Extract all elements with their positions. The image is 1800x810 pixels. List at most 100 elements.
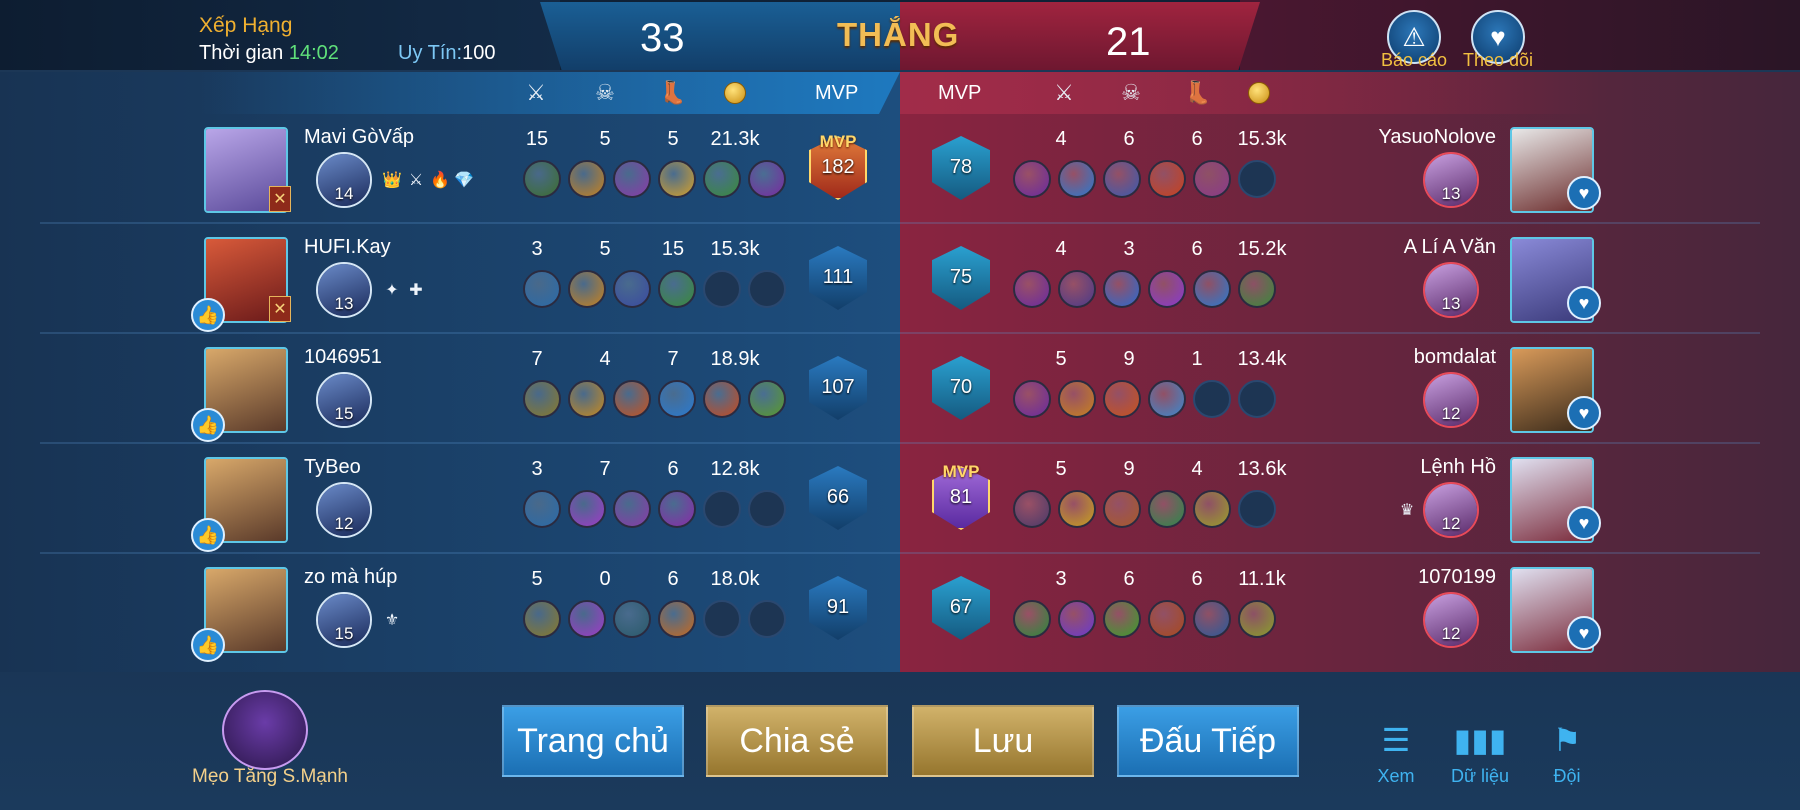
- item-slot[interactable]: [1193, 160, 1231, 198]
- heart-icon[interactable]: ♥: [1567, 506, 1601, 540]
- hero-avatar[interactable]: 12: [1423, 592, 1479, 648]
- item-slot[interactable]: [1058, 160, 1096, 198]
- item-slot[interactable]: [568, 490, 606, 528]
- item-slot[interactable]: [568, 160, 606, 198]
- item-slot[interactable]: [1013, 600, 1051, 638]
- stat-deaths: 3: [1123, 238, 1135, 260]
- flag-icon[interactable]: ⚑: [1545, 720, 1589, 760]
- heart-icon[interactable]: ♥: [1567, 176, 1601, 210]
- player-name: 1070199: [1418, 566, 1496, 588]
- stat-assists: 6: [1191, 238, 1203, 260]
- team-label: Đội: [1553, 766, 1581, 786]
- save-button[interactable]: Lưu: [912, 705, 1094, 777]
- item-slot[interactable]: [1148, 380, 1186, 418]
- like-icon[interactable]: 👍: [191, 408, 225, 442]
- item-slot[interactable]: [1013, 270, 1051, 308]
- like-icon[interactable]: 👍: [191, 628, 225, 662]
- item-slot[interactable]: [523, 270, 561, 308]
- score-value: 70: [949, 376, 973, 398]
- item-slot[interactable]: [1148, 270, 1186, 308]
- item-slot[interactable]: [1103, 600, 1141, 638]
- stat-kills: 4: [1055, 128, 1067, 150]
- empty-item-slot: [748, 490, 786, 528]
- item-slot[interactable]: [613, 380, 651, 418]
- item-slot[interactable]: [613, 270, 651, 308]
- bar-chart-icon[interactable]: ▮▮▮: [1454, 720, 1507, 760]
- hero-avatar[interactable]: 13: [1423, 262, 1479, 318]
- tips-crown-icon[interactable]: [222, 690, 308, 770]
- item-slot[interactable]: [613, 490, 651, 528]
- item-slot[interactable]: [1013, 380, 1051, 418]
- stat-kills: 15: [525, 128, 549, 150]
- item-slot[interactable]: [523, 160, 561, 198]
- home-button[interactable]: Trang chủ: [502, 705, 684, 777]
- item-slot[interactable]: [1148, 490, 1186, 528]
- item-slot[interactable]: [1013, 490, 1051, 528]
- fire-icon: 🔥: [430, 172, 450, 189]
- next-match-button[interactable]: Đấu Tiếp: [1117, 705, 1299, 777]
- like-icon[interactable]: 👍: [191, 518, 225, 552]
- credibility-label: Uy Tín:: [398, 42, 463, 64]
- item-slot[interactable]: [568, 270, 606, 308]
- item-slot[interactable]: [748, 380, 786, 418]
- item-slot[interactable]: [1148, 160, 1186, 198]
- item-slot[interactable]: [1193, 490, 1231, 528]
- like-icon[interactable]: 👍: [191, 298, 225, 332]
- item-slot[interactable]: [1238, 600, 1276, 638]
- item-slot[interactable]: [658, 160, 696, 198]
- tips-label: Mẹo Tăng S.Mạnh: [192, 766, 348, 787]
- share-button[interactable]: Chia sẻ: [706, 705, 888, 777]
- empty-item-slot: [1193, 380, 1231, 418]
- item-slot[interactable]: [1058, 490, 1096, 528]
- item-slot[interactable]: [1148, 600, 1186, 638]
- item-slot[interactable]: [568, 600, 606, 638]
- hero-avatar[interactable]: 12: [1423, 372, 1479, 428]
- item-slot[interactable]: [703, 380, 741, 418]
- item-slot[interactable]: [1058, 600, 1096, 638]
- item-slot[interactable]: [703, 160, 741, 198]
- item-slot[interactable]: [1103, 160, 1141, 198]
- item-slot[interactable]: [658, 380, 696, 418]
- score-value: 67: [949, 596, 973, 618]
- stat-assists: 6: [667, 458, 679, 480]
- item-slot[interactable]: [658, 490, 696, 528]
- item-slot[interactable]: [1103, 490, 1141, 528]
- item-slot[interactable]: [523, 600, 561, 638]
- item-slot[interactable]: [1193, 600, 1231, 638]
- item-slot[interactable]: [523, 490, 561, 528]
- heart-icon[interactable]: ♥: [1567, 286, 1601, 320]
- heart-icon[interactable]: ♥: [1567, 616, 1601, 650]
- list-view-icon[interactable]: ☰: [1374, 720, 1418, 760]
- item-slot[interactable]: [613, 600, 651, 638]
- hero-avatar[interactable]: 15: [316, 592, 372, 648]
- blue-score-badge: MVP 182: [803, 126, 873, 206]
- item-slot[interactable]: [1103, 380, 1141, 418]
- item-slot[interactable]: [1058, 380, 1096, 418]
- score-value: 107: [821, 376, 855, 398]
- heart-icon[interactable]: ♥: [1567, 396, 1601, 430]
- hero-avatar[interactable]: 13: [1423, 152, 1479, 208]
- item-slot[interactable]: [1193, 270, 1231, 308]
- item-slot[interactable]: [613, 160, 651, 198]
- item-slot[interactable]: [1058, 270, 1096, 308]
- item-slot[interactable]: [1238, 270, 1276, 308]
- item-slot[interactable]: [658, 600, 696, 638]
- hero-avatar[interactable]: 12: [316, 482, 372, 538]
- hero-avatar[interactable]: 12: [1423, 482, 1479, 538]
- stat-gold: 15.3k: [1237, 128, 1287, 150]
- blue-score-badge: 66: [803, 456, 873, 536]
- hero-avatar[interactable]: 13: [316, 262, 372, 318]
- item-slot[interactable]: [1013, 160, 1051, 198]
- red-score-badge: 78: [926, 126, 996, 206]
- hero-avatar[interactable]: 15: [316, 372, 372, 428]
- game-mode-label: Xếp Hạng: [199, 14, 293, 37]
- item-slot[interactable]: [523, 380, 561, 418]
- item-slot[interactable]: [658, 270, 696, 308]
- item-slot[interactable]: [1103, 270, 1141, 308]
- empty-item-slot: [1238, 160, 1276, 198]
- crown-icon: ♛: [1399, 502, 1415, 519]
- credibility: Uy Tín:100: [398, 42, 495, 65]
- item-slot[interactable]: [748, 160, 786, 198]
- item-slot[interactable]: [568, 380, 606, 418]
- hero-avatar[interactable]: 14: [316, 152, 372, 208]
